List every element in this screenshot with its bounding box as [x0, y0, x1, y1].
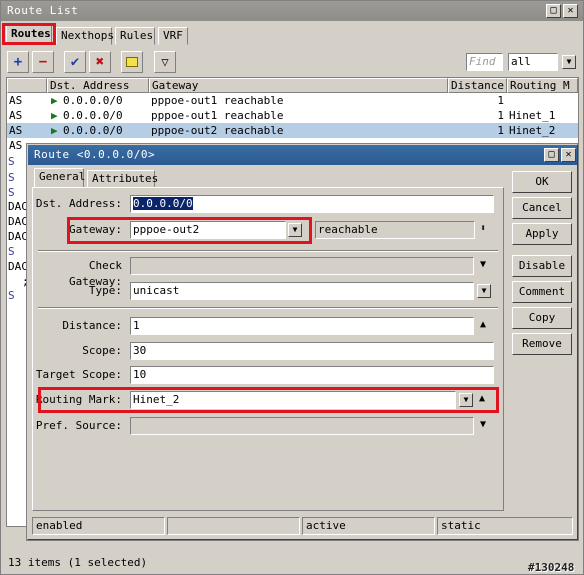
window-title: Route List	[1, 1, 583, 21]
check-gateway-field[interactable]	[130, 257, 474, 275]
gateway-dropdown-icon[interactable]: ▼	[288, 223, 302, 237]
ok-button[interactable]: OK	[512, 171, 572, 193]
status-active: active	[302, 517, 435, 535]
pref-source-dropdown-icon[interactable]: ▼	[480, 417, 486, 433]
tab-general[interactable]: General	[34, 168, 85, 188]
scope-field[interactable]: 30	[130, 342, 494, 360]
status-enabled: enabled	[32, 517, 165, 535]
type-field[interactable]: unicast	[130, 282, 474, 300]
dst-address-label: Dst. Address:	[35, 197, 122, 210]
route-arrow-icon: ▶	[51, 124, 58, 137]
distance-field[interactable]: 1	[130, 317, 474, 335]
row-flag: AS	[9, 139, 23, 152]
row-flag: AS	[9, 94, 23, 107]
row-distance: 1	[497, 94, 504, 107]
separator	[38, 250, 498, 252]
routing-mark-label: Routing Mark:	[35, 393, 122, 406]
tab-rules[interactable]: Rules	[115, 27, 155, 45]
table-row-selected[interactable]: AS ▶ 0.0.0.0/0 pppoe-out2 reachable 1 Hi…	[7, 123, 578, 138]
row-mark: Hinet_1	[509, 109, 556, 122]
row-distance: 1	[497, 124, 504, 137]
type-dropdown-icon[interactable]: ▼	[477, 284, 491, 298]
gateway-field[interactable]: pppoe-out2	[130, 221, 286, 239]
col-header-dst[interactable]: Dst. Address	[47, 78, 149, 93]
separator	[38, 307, 498, 309]
filter-select[interactable]: all	[508, 53, 558, 71]
enable-check-icon[interactable]: ✔	[64, 51, 86, 73]
tab-attributes[interactable]: Attributes	[87, 170, 158, 188]
col-header-gateway[interactable]: Gateway	[149, 78, 448, 93]
distance-up-icon[interactable]: ▲	[480, 317, 486, 333]
type-label: Type:	[88, 284, 122, 297]
status-static: static	[437, 517, 573, 535]
filter-dropdown-icon[interactable]: ▼	[562, 55, 576, 69]
dialog-title: Route <0.0.0.0/0>	[28, 145, 577, 165]
gateway-updown-icon[interactable]: ⬍	[480, 221, 486, 237]
close-icon[interactable]: ✕	[563, 4, 578, 18]
tab-nexthops[interactable]: Nexthops	[56, 27, 114, 45]
add-icon[interactable]: +	[7, 51, 29, 73]
dialog-close-icon[interactable]: ✕	[561, 148, 576, 162]
row-gateway: pppoe-out1 reachable	[151, 109, 284, 122]
route-arrow-icon: ▶	[51, 94, 58, 107]
disable-button[interactable]: Disable	[512, 255, 572, 277]
dialog-minimize-icon[interactable]: □	[544, 148, 559, 162]
tab-routes[interactable]: Routes	[6, 25, 52, 43]
row-flag: AS	[9, 109, 23, 122]
target-scope-label: Target Scope:	[35, 368, 122, 381]
col-header-distance[interactable]: Distance	[448, 78, 507, 93]
status-empty	[167, 517, 300, 535]
route-dialog: Route <0.0.0.0/0> □ ✕ General Attributes…	[27, 144, 578, 540]
dst-address-field[interactable]: 0.0.0.0/0	[130, 195, 494, 213]
routing-mark-dropdown-icon[interactable]: ▼	[459, 393, 473, 407]
apply-button[interactable]: Apply	[512, 223, 572, 245]
tab-vrf[interactable]: VRF	[158, 27, 188, 45]
scope-label: Scope:	[82, 344, 122, 357]
row-gateway: pppoe-out2 reachable	[151, 124, 284, 137]
dst-address-value: 0.0.0.0/0	[133, 197, 193, 210]
row-dst: 0.0.0.0/0	[63, 124, 123, 137]
find-input[interactable]: Find	[466, 53, 503, 71]
comment-note-icon[interactable]	[121, 51, 143, 73]
remove-icon[interactable]: −	[32, 51, 54, 73]
pref-source-label: Pref. Source:	[35, 419, 122, 432]
comment-button[interactable]: Comment	[512, 281, 572, 303]
routing-mark-up-icon[interactable]: ▲	[479, 391, 485, 407]
distance-label: Distance:	[62, 319, 122, 332]
cancel-button[interactable]: Cancel	[512, 197, 572, 219]
table-row[interactable]: AS ▶ 0.0.0.0/0 pppoe-out1 reachable 1 Hi…	[7, 108, 578, 123]
routing-mark-field[interactable]: Hinet_2	[130, 391, 456, 409]
copy-button[interactable]: Copy	[512, 307, 572, 329]
route-arrow-icon: ▶	[51, 109, 58, 122]
items-status: 13 items (1 selected)	[8, 556, 148, 569]
col-header-routing-mark[interactable]: Routing M	[507, 78, 578, 93]
filter-icon[interactable]: ▽	[154, 51, 176, 73]
row-mark: Hinet_2	[509, 124, 556, 137]
row-distance: 1	[497, 109, 504, 122]
table-row[interactable]: AS ▶ 0.0.0.0/0 pppoe-out1 reachable 1	[7, 93, 578, 108]
target-scope-field[interactable]: 10	[130, 366, 494, 384]
remove-button[interactable]: Remove	[512, 333, 572, 355]
pref-source-field[interactable]	[130, 417, 474, 435]
check-gateway-dropdown-icon[interactable]: ▼	[480, 257, 486, 273]
row-gateway: pppoe-out1 reachable	[151, 94, 284, 107]
minimize-icon[interactable]: □	[546, 4, 561, 18]
gateway-label: Gateway:	[69, 223, 122, 236]
disable-x-icon[interactable]: ✖	[89, 51, 111, 73]
row-dst: 0.0.0.0/0	[63, 94, 123, 107]
row-dst: 0.0.0.0/0	[63, 109, 123, 122]
row-flag: AS	[9, 124, 23, 137]
col-header-flags[interactable]	[7, 78, 47, 93]
gateway-state: reachable	[315, 221, 475, 239]
watermark: #130248	[528, 561, 575, 574]
